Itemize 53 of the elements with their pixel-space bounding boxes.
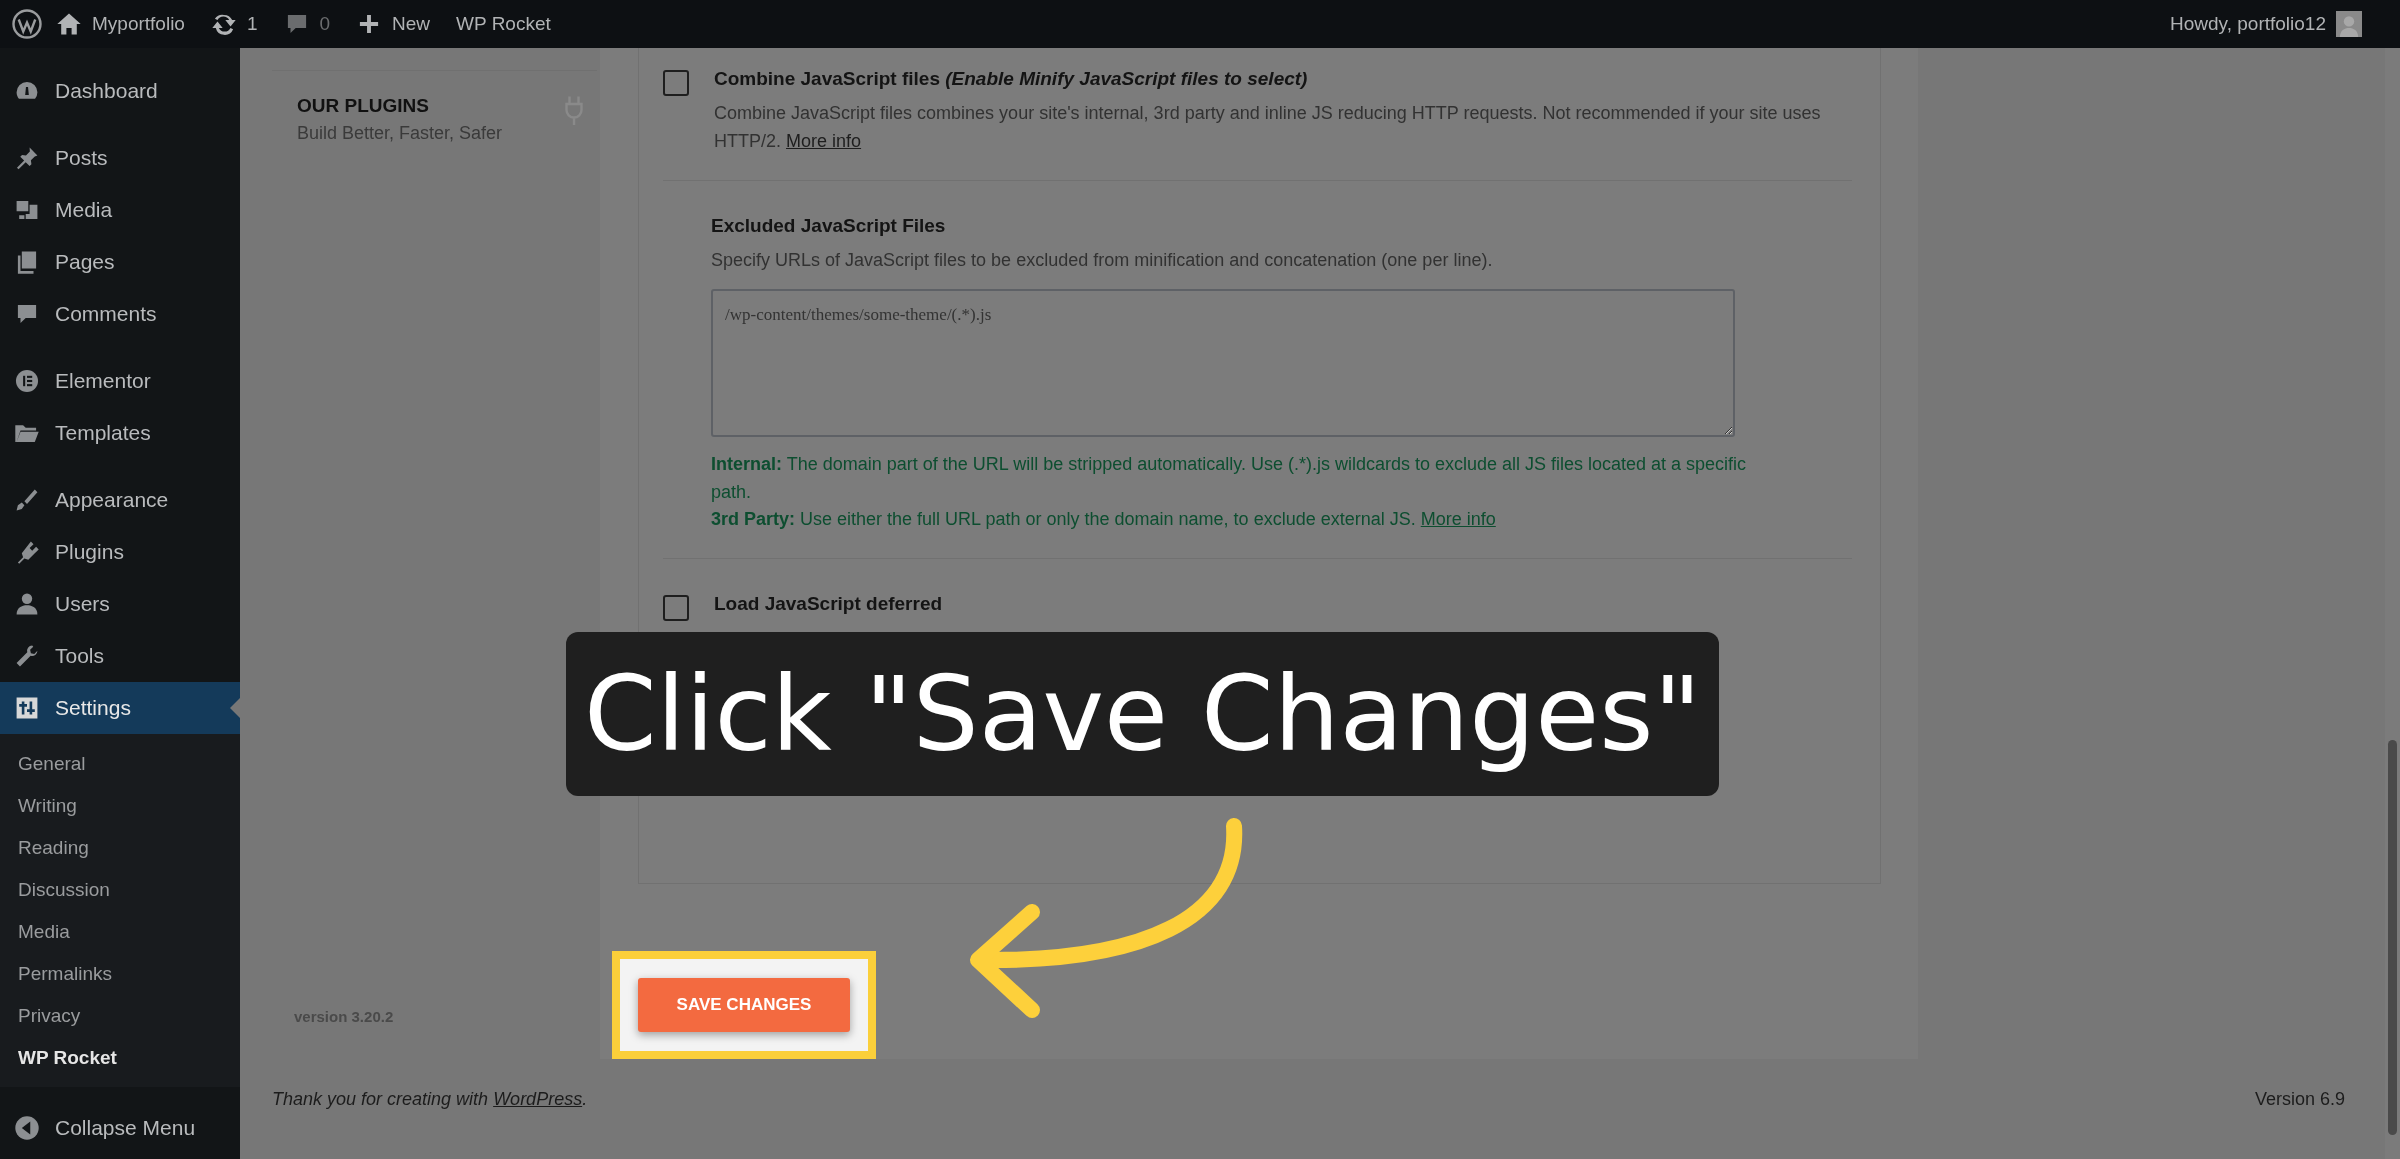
submenu-item[interactable]: Privacy: [0, 995, 240, 1037]
circle-logo-icon[interactable]: [12, 9, 42, 39]
menu-item[interactable]: Pages: [0, 236, 240, 288]
option-title: Combine JavaScript files (Enable Minify JavaScript files to select): [714, 68, 1309, 90]
menu-item[interactable]: Appearance: [0, 474, 240, 526]
menu-item[interactable]: Comments: [0, 288, 240, 340]
submenu-item[interactable]: Discussion: [0, 869, 240, 911]
scrollbar[interactable]: [2385, 48, 2400, 1159]
submenu-item[interactable]: Media: [0, 911, 240, 953]
new-link[interactable]: New: [356, 11, 445, 37]
field-title: Excluded JavaScript Files: [711, 214, 947, 237]
more-info-link[interactable]: More info: [786, 130, 862, 151]
checkbox[interactable]: [663, 595, 689, 622]
panel-subtitle: Build Better, Faster, Safer: [297, 123, 503, 144]
circle-logo-icon: [14, 368, 40, 394]
brush-icon: [14, 487, 40, 513]
submenu-item[interactable]: Reading: [0, 827, 240, 869]
plugin-link[interactable]: WP Rocket: [456, 13, 565, 35]
footer-credit: Thank you for creating with WordPress.: [272, 1089, 588, 1110]
help-text: Internal: The domain part of the URL will be stripped automatically. Use (.*).js wildcards to exclude all JS files located at a specific path.: [711, 452, 1748, 504]
collapse-icon: [14, 1115, 40, 1141]
submenu-item[interactable]: Writing: [0, 785, 240, 827]
wordpress-link[interactable]: WordPress: [493, 1089, 583, 1109]
help-text: 3rd Party: Use either the full URL path or only the domain name, to exclude external JS. More info: [711, 508, 1497, 532]
menu-item[interactable]: Tools: [0, 630, 240, 682]
submenu-item[interactable]: WP Rocket: [0, 1037, 240, 1079]
home-icon: [56, 11, 82, 37]
menu-item[interactable]: Users: [0, 578, 240, 630]
menu-item[interactable]: Elementor: [0, 355, 240, 407]
submenu-item[interactable]: General: [0, 743, 240, 785]
wordpress-version: Version 6.9: [2254, 1089, 2345, 1110]
menu-item[interactable]: Posts: [0, 132, 240, 184]
updates-link[interactable]: 1: [210, 11, 272, 37]
menu-item[interactable]: Settings: [0, 682, 240, 734]
account-link[interactable]: Howdy, portfolio12: [2170, 11, 2376, 37]
sliders-icon: [14, 695, 40, 721]
site-name-link[interactable]: Myportfolio: [56, 11, 199, 37]
checkbox[interactable]: [663, 70, 689, 96]
option-description: Combine JavaScript files combines your site's internal, 3rd party and inline JS reducing HTTP requests. Not recommended if your site uses HTTP/2. More info: [714, 102, 1822, 153]
menu-item[interactable]: Media: [0, 184, 240, 236]
comments-link[interactable]: 0: [283, 11, 345, 37]
field-description: Specify URLs of JavaScript files to be excluded from minification and concatenation (one per line).: [711, 248, 1494, 272]
option-title: Load JavaScript deferred: [714, 593, 943, 616]
menu-item[interactable]: Dashboard: [0, 65, 240, 117]
callout-caption: Click "Save Changes": [566, 632, 1720, 796]
menu-item[interactable]: Plugins: [0, 526, 240, 578]
pin-icon: [14, 145, 40, 171]
submenu-item[interactable]: Permalinks: [0, 953, 240, 995]
panel-title: OUR PLUGINS: [297, 95, 430, 117]
person-icon: [14, 591, 40, 617]
menu-item[interactable]: Templates: [0, 407, 240, 459]
collapse-menu-button[interactable]: Collapse Menu: [0, 1102, 240, 1154]
wrench-icon: [14, 643, 40, 669]
